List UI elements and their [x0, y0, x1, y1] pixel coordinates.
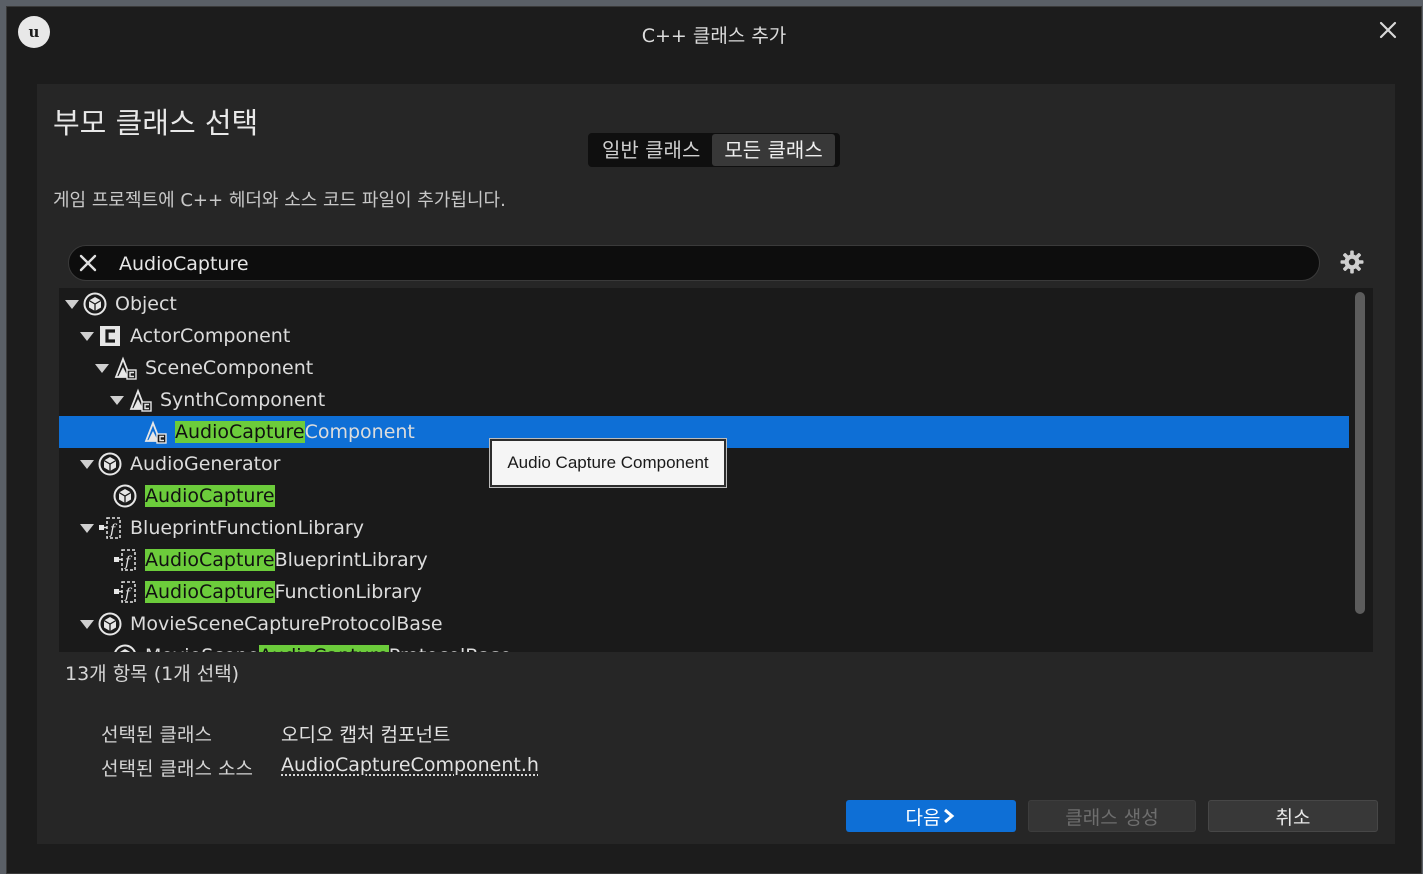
- description-text: 게임 프로젝트에 C++ 헤더와 소스 코드 파일이 추가됩니다.: [53, 186, 506, 212]
- scene-component-icon: [128, 388, 152, 412]
- tree-row-label: AudioCaptureFunctionLibrary: [145, 581, 422, 603]
- svg-text:f: f: [124, 586, 133, 602]
- tree-row-label: AudioGenerator: [130, 453, 281, 475]
- tree-row-label: ActorComponent: [130, 325, 290, 347]
- cube-icon: [98, 612, 122, 636]
- tab-common-classes[interactable]: 일반 클래스: [590, 134, 712, 166]
- search-input[interactable]: [117, 246, 1271, 282]
- search-match-text: AudioCapture: [175, 421, 305, 443]
- tree-row-label: MovieSceneCaptureProtocolBase: [130, 613, 443, 635]
- class-name-text: SynthComponent: [160, 389, 325, 411]
- tree-row-label: AudioCaptureBlueprintLibrary: [145, 549, 428, 571]
- gear-icon: [1339, 249, 1365, 275]
- selected-source-link[interactable]: AudioCaptureComponent.h: [281, 754, 539, 776]
- item-count-status: 13개 항목 (1개 선택): [65, 659, 239, 686]
- add-cpp-class-dialog: u C++ 클래스 추가 부모 클래스 선택 일반 클래스 모든 클래스 게임 …: [6, 6, 1422, 874]
- tree-row[interactable]: SceneComponent: [59, 352, 1349, 384]
- close-icon: [77, 252, 99, 274]
- tree-row-label: Object: [115, 293, 177, 315]
- next-button-label: 다음: [906, 803, 941, 830]
- cube-icon: [98, 452, 122, 476]
- selected-class-label: 선택된 클래스: [101, 720, 212, 747]
- expand-arrow-icon[interactable]: [80, 524, 94, 533]
- cube-icon: [113, 484, 137, 508]
- tree-row[interactable]: f AudioCaptureBlueprintLibrary: [59, 544, 1349, 576]
- search-match-text: AudioCapture: [259, 645, 389, 652]
- tree-row[interactable]: MovieSceneCaptureProtocolBase: [59, 608, 1349, 640]
- tree-row-label: AudioCaptureComponent: [175, 421, 415, 443]
- class-name-text: FunctionLibrary: [275, 581, 422, 603]
- tree-row-label: BlueprintFunctionLibrary: [130, 517, 364, 539]
- close-button[interactable]: [1373, 15, 1403, 45]
- expand-arrow-icon[interactable]: [80, 620, 94, 629]
- class-name-text: Component: [305, 421, 415, 443]
- clear-search-button[interactable]: [77, 252, 99, 274]
- cube-icon: [83, 292, 107, 316]
- function-library-icon: f: [113, 548, 137, 572]
- next-button[interactable]: 다음: [846, 800, 1016, 832]
- tree-row-label: MovieSceneAudioCaptureProtocolBase: [145, 645, 512, 652]
- tree-row-label: SceneComponent: [145, 357, 313, 379]
- tree-scrollbar[interactable]: [1355, 292, 1365, 614]
- scene-component-icon: [143, 420, 167, 444]
- svg-text:f: f: [124, 554, 133, 570]
- content-panel: 부모 클래스 선택 일반 클래스 모든 클래스 게임 프로젝트에 C++ 헤더와…: [37, 84, 1395, 844]
- class-name-text: ProtocolBase: [389, 645, 512, 652]
- tree-row[interactable]: f AudioCaptureFunctionLibrary: [59, 576, 1349, 608]
- tree-row-label: SynthComponent: [160, 389, 325, 411]
- search-match-text: AudioCapture: [145, 581, 275, 603]
- expand-arrow-icon[interactable]: [95, 652, 109, 653]
- create-class-button[interactable]: 클래스 생성: [1028, 800, 1196, 832]
- expand-arrow-icon[interactable]: [65, 300, 79, 309]
- chevron-right-icon: [942, 808, 956, 824]
- tree-row[interactable]: f BlueprintFunctionLibrary: [59, 512, 1349, 544]
- selected-class-value: 오디오 캡처 컴포넌트: [281, 720, 450, 747]
- class-name-text: Object: [115, 293, 177, 315]
- tree-row[interactable]: MovieSceneAudioCaptureProtocolBase: [59, 640, 1349, 652]
- expand-arrow-icon[interactable]: [80, 460, 94, 469]
- search-match-text: AudioCapture: [145, 549, 275, 571]
- svg-text:f: f: [109, 522, 118, 538]
- expand-arrow-icon[interactable]: [110, 396, 124, 405]
- class-name-text: AudioGenerator: [130, 453, 281, 475]
- class-search-box: [68, 245, 1320, 281]
- view-options-button[interactable]: [1339, 249, 1365, 275]
- search-match-text: AudioCapture: [145, 485, 275, 507]
- close-icon: [1378, 20, 1398, 40]
- page-title: 부모 클래스 선택: [53, 100, 258, 142]
- class-name-text: MovieSceneCaptureProtocolBase: [130, 613, 443, 635]
- class-name-text: ActorComponent: [130, 325, 290, 347]
- scene-component-icon: [113, 356, 137, 380]
- class-name-text: SceneComponent: [145, 357, 313, 379]
- class-filter-toggle: 일반 클래스 모든 클래스: [588, 133, 840, 167]
- function-library-icon: f: [113, 580, 137, 604]
- window-title: C++ 클래스 추가: [7, 21, 1421, 48]
- tree-row[interactable]: Object: [59, 288, 1349, 320]
- expand-arrow-icon[interactable]: [80, 332, 94, 341]
- class-name-text: BlueprintLibrary: [275, 549, 428, 571]
- function-library-icon: f: [98, 516, 122, 540]
- selected-source-label: 선택된 클래스 소스: [101, 754, 253, 781]
- tree-row[interactable]: ActorComponent: [59, 320, 1349, 352]
- class-name-text: MovieScene: [145, 645, 259, 652]
- cube-icon: [113, 644, 137, 652]
- title-bar: u C++ 클래스 추가: [7, 7, 1421, 57]
- class-c-icon: [98, 324, 122, 348]
- tree-row-label: AudioCapture: [145, 485, 275, 507]
- class-tooltip: Audio Capture Component: [490, 439, 726, 487]
- class-name-text: BlueprintFunctionLibrary: [130, 517, 364, 539]
- expand-arrow-icon[interactable]: [95, 364, 109, 373]
- tab-all-classes[interactable]: 모든 클래스: [712, 134, 834, 166]
- tree-row[interactable]: SynthComponent: [59, 384, 1349, 416]
- cancel-button[interactable]: 취소: [1208, 800, 1378, 832]
